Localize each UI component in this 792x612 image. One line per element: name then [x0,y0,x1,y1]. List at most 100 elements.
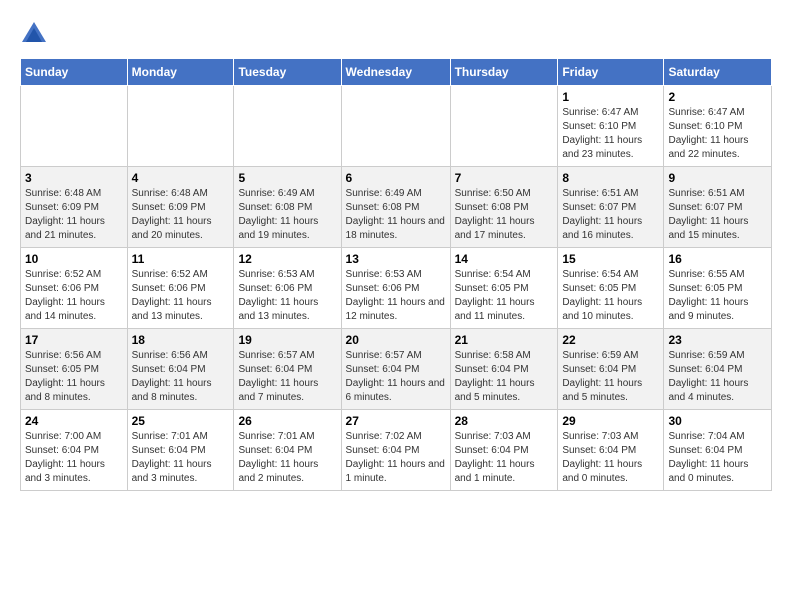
calendar-cell: 19Sunrise: 6:57 AM Sunset: 6:04 PM Dayli… [234,329,341,410]
day-info: Sunrise: 6:59 AM Sunset: 6:04 PM Dayligh… [668,349,767,405]
day-info: Sunrise: 6:51 AM Sunset: 6:07 PM Dayligh… [562,187,659,243]
calendar-cell: 28 Sunrise: 7:03 AM Sunset: 6:04 PM Dayli… [450,410,558,491]
calendar-cell: 13 Sunrise: 6:53 AM Sunset: 6:06 PM Dayli… [341,248,450,329]
weekday-header: Friday [558,59,664,86]
calendar-week-row: 24 Sunrise: 7:00 AM Sunset: 6:04 PM Dayli… [21,410,772,491]
day-info: Sunrise: 6:55 AM Sunset: 6:05 PM Dayligh… [668,268,767,324]
calendar-cell: 6 Sunrise: 6:49 AM Sunset: 6:08 PM Daylig… [341,167,450,248]
calendar-week-row: 1 Sunrise: 6:47 AM Sunset: 6:10 PM Daylig… [21,86,772,167]
weekday-header: Sunday [21,59,128,86]
calendar-week-row: 10 Sunrise: 6:52 AM Sunset: 6:06 PM Dayli… [21,248,772,329]
day-number: 1 [562,90,659,104]
day-info: Sunrise: 6:52 AM Sunset: 6:06 PM Dayligh… [132,268,230,324]
calendar-cell: 5Sunrise: 6:49 AM Sunset: 6:08 PM Daylig… [234,167,341,248]
calendar-cell: 25 Sunrise: 7:01 AM Sunset: 6:04 PM Dayli… [127,410,234,491]
day-number: 16 [668,252,767,266]
calendar-cell: 16 Sunrise: 6:55 AM Sunset: 6:05 PM Dayli… [664,248,772,329]
day-number: 11 [132,252,230,266]
weekday-header-row: SundayMondayTuesdayWednesdayThursdayFrid… [21,59,772,86]
day-info: Sunrise: 7:02 AM Sunset: 6:04 PM Dayligh… [346,430,446,486]
day-number: 27 [346,414,446,428]
day-info: Sunrise: 7:01 AM Sunset: 6:04 PM Dayligh… [132,430,230,486]
day-info: Sunrise: 7:03 AM Sunset: 6:04 PM Dayligh… [455,430,554,486]
day-number: 30 [668,414,767,428]
day-number: 23 [668,333,767,347]
day-info: Sunrise: 7:00 AM Sunset: 6:04 PM Dayligh… [25,430,123,486]
day-info: Sunrise: 6:51 AM Sunset: 6:07 PM Dayligh… [668,187,767,243]
day-number: 21 [455,333,554,347]
calendar-cell: 12Sunrise: 6:53 AM Sunset: 6:06 PM Dayli… [234,248,341,329]
day-number: 3 [25,171,123,185]
weekday-header: Saturday [664,59,772,86]
day-number: 14 [455,252,554,266]
day-info: Sunrise: 6:50 AM Sunset: 6:08 PM Dayligh… [455,187,554,243]
logo-icon [20,20,48,48]
day-info: Sunrise: 6:58 AM Sunset: 6:04 PM Dayligh… [455,349,554,405]
day-number: 8 [562,171,659,185]
weekday-header: Monday [127,59,234,86]
day-info: Sunrise: 6:57 AM Sunset: 6:04 PM Dayligh… [346,349,446,405]
day-number: 25 [132,414,230,428]
day-number: 17 [25,333,123,347]
calendar-cell: 17Sunrise: 6:56 AM Sunset: 6:05 PM Dayli… [21,329,128,410]
day-info: Sunrise: 6:54 AM Sunset: 6:05 PM Dayligh… [562,268,659,324]
calendar-cell: 29 Sunrise: 7:03 AM Sunset: 6:04 PM Dayli… [558,410,664,491]
calendar-cell: 2 Sunrise: 6:47 AM Sunset: 6:10 PM Daylig… [664,86,772,167]
day-number: 10 [25,252,123,266]
day-number: 18 [132,333,230,347]
day-number: 5 [238,171,336,185]
day-info: Sunrise: 6:59 AM Sunset: 6:04 PM Dayligh… [562,349,659,405]
weekday-header: Tuesday [234,59,341,86]
day-number: 26 [238,414,336,428]
day-number: 13 [346,252,446,266]
weekday-header: Wednesday [341,59,450,86]
calendar-cell [21,86,128,167]
day-info: Sunrise: 6:57 AM Sunset: 6:04 PM Dayligh… [238,349,336,405]
day-number: 28 [455,414,554,428]
calendar-cell: 21 Sunrise: 6:58 AM Sunset: 6:04 PM Dayli… [450,329,558,410]
day-info: Sunrise: 6:48 AM Sunset: 6:09 PM Dayligh… [25,187,123,243]
calendar-cell: 10Sunrise: 6:52 AM Sunset: 6:06 PM Dayli… [21,248,128,329]
day-number: 7 [455,171,554,185]
calendar-cell: 11 Sunrise: 6:52 AM Sunset: 6:06 PM Dayli… [127,248,234,329]
calendar-cell [127,86,234,167]
day-number: 9 [668,171,767,185]
day-number: 24 [25,414,123,428]
logo [20,20,52,48]
calendar-table: SundayMondayTuesdayWednesdayThursdayFrid… [20,58,772,491]
calendar-cell: 7 Sunrise: 6:50 AM Sunset: 6:08 PM Daylig… [450,167,558,248]
calendar-cell: 22 Sunrise: 6:59 AM Sunset: 6:04 PM Dayli… [558,329,664,410]
day-number: 6 [346,171,446,185]
calendar-cell: 9 Sunrise: 6:51 AM Sunset: 6:07 PM Daylig… [664,167,772,248]
day-info: Sunrise: 7:03 AM Sunset: 6:04 PM Dayligh… [562,430,659,486]
day-number: 2 [668,90,767,104]
day-number: 22 [562,333,659,347]
calendar-cell: 23 Sunrise: 6:59 AM Sunset: 6:04 PM Dayli… [664,329,772,410]
day-info: Sunrise: 6:49 AM Sunset: 6:08 PM Dayligh… [346,187,446,243]
calendar-cell [450,86,558,167]
calendar-cell: 20 Sunrise: 6:57 AM Sunset: 6:04 PM Dayli… [341,329,450,410]
day-info: Sunrise: 6:47 AM Sunset: 6:10 PM Dayligh… [562,106,659,162]
day-info: Sunrise: 6:53 AM Sunset: 6:06 PM Dayligh… [346,268,446,324]
day-info: Sunrise: 6:47 AM Sunset: 6:10 PM Dayligh… [668,106,767,162]
weekday-header: Thursday [450,59,558,86]
calendar-cell: 8 Sunrise: 6:51 AM Sunset: 6:07 PM Daylig… [558,167,664,248]
day-info: Sunrise: 6:56 AM Sunset: 6:04 PM Dayligh… [132,349,230,405]
calendar-cell: 26 Sunrise: 7:01 AM Sunset: 6:04 PM Dayli… [234,410,341,491]
day-number: 12 [238,252,336,266]
calendar-cell [341,86,450,167]
day-info: Sunrise: 6:48 AM Sunset: 6:09 PM Dayligh… [132,187,230,243]
day-info: Sunrise: 6:54 AM Sunset: 6:05 PM Dayligh… [455,268,554,324]
calendar-cell: 24 Sunrise: 7:00 AM Sunset: 6:04 PM Dayli… [21,410,128,491]
day-info: Sunrise: 7:01 AM Sunset: 6:04 PM Dayligh… [238,430,336,486]
day-number: 4 [132,171,230,185]
day-number: 15 [562,252,659,266]
calendar-week-row: 3 Sunrise: 6:48 AM Sunset: 6:09 PM Daylig… [21,167,772,248]
calendar-cell: 30Sunrise: 7:04 AM Sunset: 6:04 PM Dayli… [664,410,772,491]
calendar-week-row: 17Sunrise: 6:56 AM Sunset: 6:05 PM Dayli… [21,329,772,410]
calendar-cell: 27 Sunrise: 7:02 AM Sunset: 6:04 PM Dayli… [341,410,450,491]
day-number: 20 [346,333,446,347]
calendar-cell: 1 Sunrise: 6:47 AM Sunset: 6:10 PM Daylig… [558,86,664,167]
calendar-cell: 18 Sunrise: 6:56 AM Sunset: 6:04 PM Dayli… [127,329,234,410]
day-number: 29 [562,414,659,428]
